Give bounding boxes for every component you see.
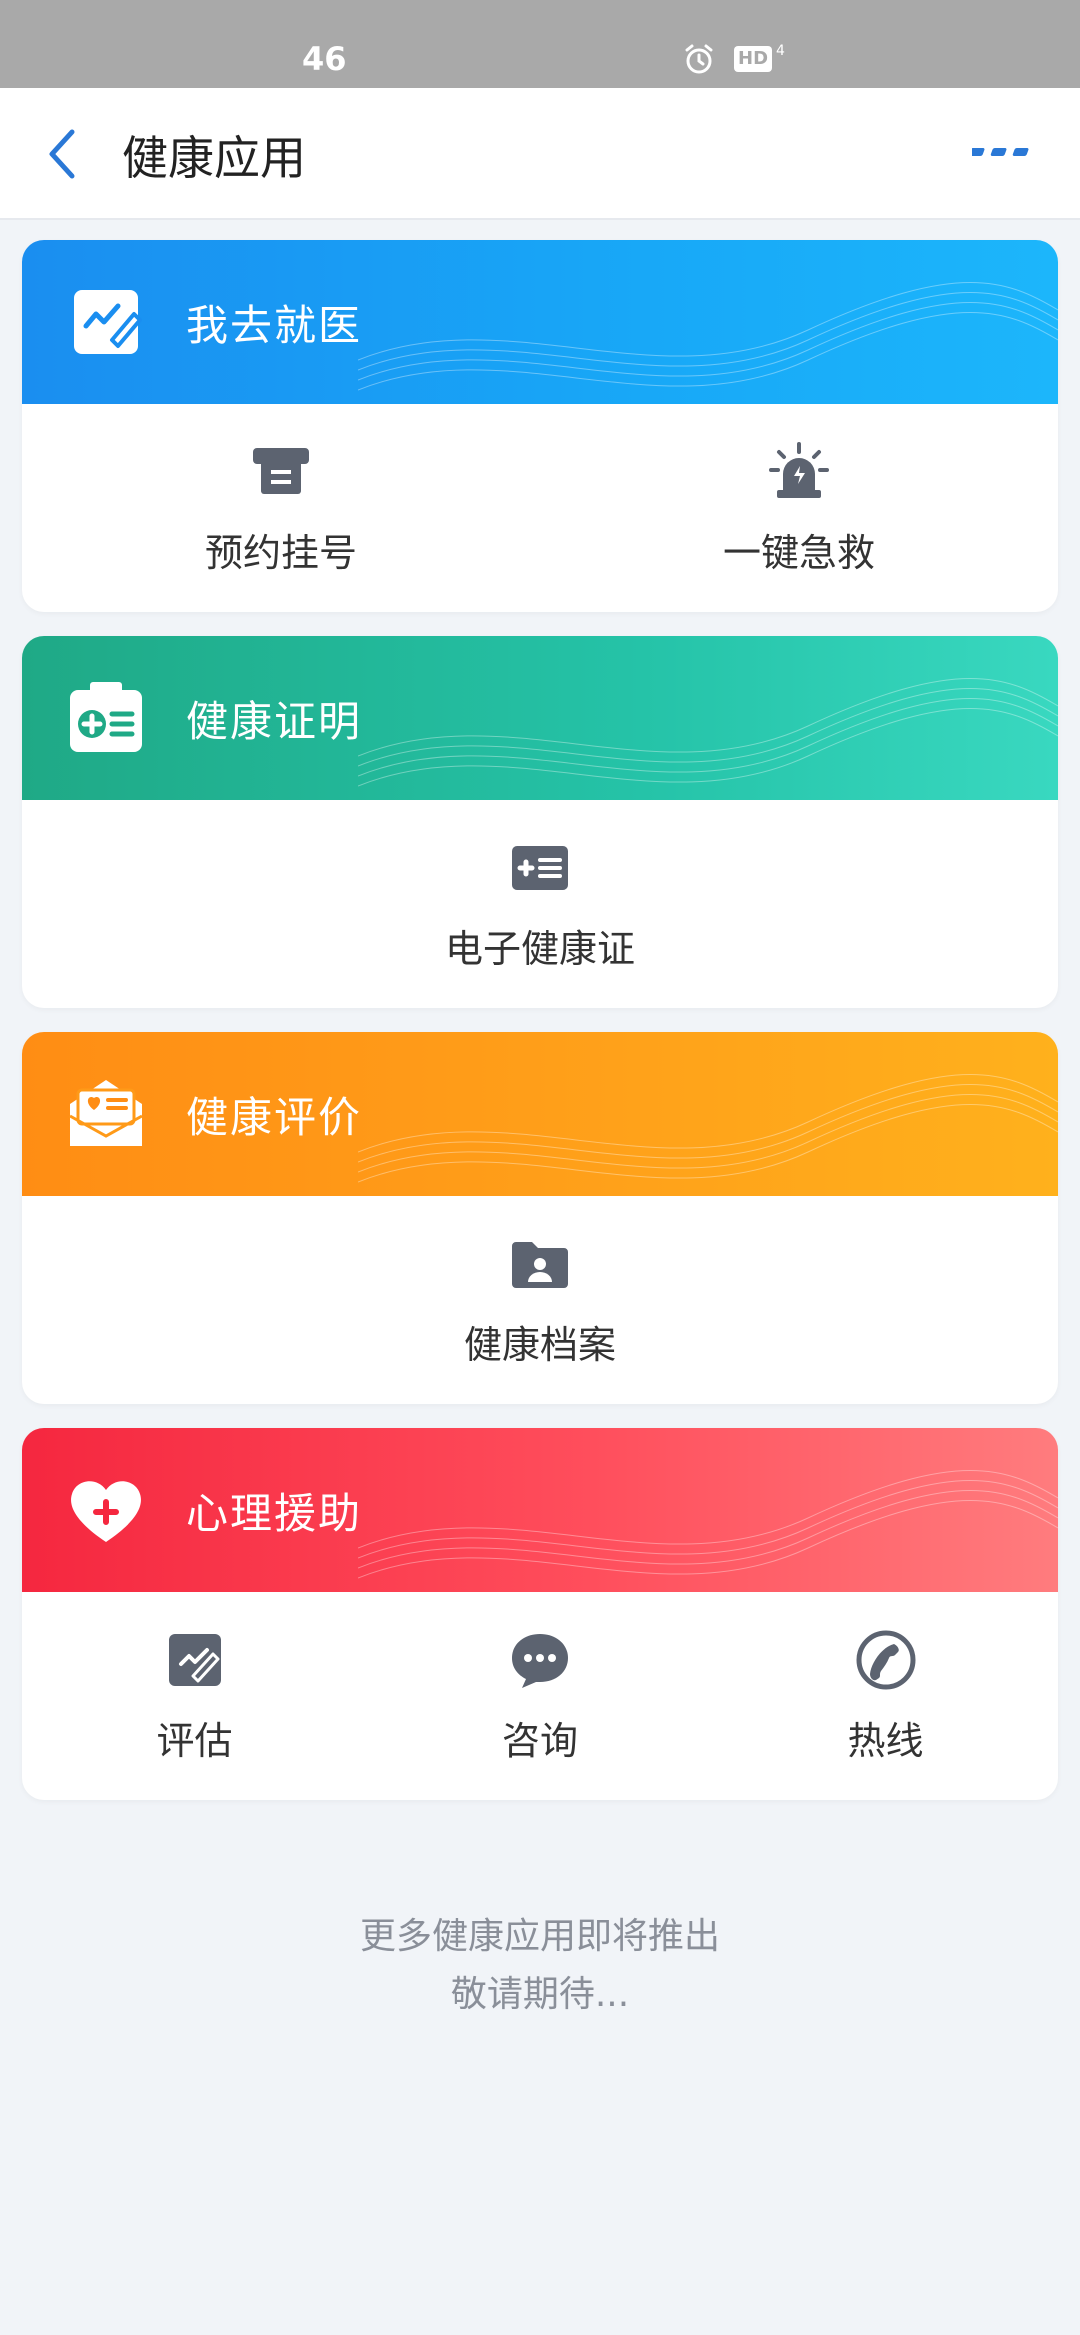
status-icons: HD 4 [682, 42, 785, 76]
network-indicator: 46 [302, 40, 347, 78]
folder-person-icon [512, 1241, 568, 1288]
chat-icon [512, 1633, 568, 1688]
appointment-button[interactable]: 预约挂号 [22, 404, 540, 612]
section-title: 健康证明 [186, 697, 363, 746]
emergency-button[interactable]: 一键急救 [540, 404, 1058, 612]
edit-icon [168, 1633, 221, 1686]
section-card-health-evaluation: 健康评价 健康档案 [22, 1032, 1058, 1404]
header-bar: 健康应用 [0, 88, 1080, 220]
item-label: 咨询 [501, 1718, 578, 1763]
coming-soon-note: 更多健康应用即将推出 敬请期待... [0, 1908, 1080, 2024]
coming-soon-line1: 更多健康应用即将推出 [359, 1916, 720, 1957]
medical-record-icon [74, 290, 142, 354]
more-icon[interactable] [972, 140, 1032, 164]
item-label: 预约挂号 [204, 530, 357, 575]
item-label: 评估 [156, 1718, 233, 1763]
item-label: 电子健康证 [444, 926, 635, 971]
wave-decoration [358, 1470, 1058, 1579]
hotline-button[interactable]: 热线 [713, 1592, 1058, 1800]
wave-decoration [358, 282, 1058, 391]
coming-soon-line2: 敬请期待... [450, 1974, 630, 2015]
e-health-card-button[interactable]: 电子健康证 [22, 800, 1058, 1008]
hd-badge: HD [734, 46, 773, 72]
wave-decoration [358, 678, 1058, 787]
alarm-clock-icon [685, 44, 713, 74]
section-card-psychological-aid: 心理援助 评估 咨询 热线 [22, 1428, 1058, 1800]
section-header: 我去就医 [22, 240, 1058, 404]
heart-envelope-icon [69, 1080, 143, 1146]
health-certificate-icon [70, 682, 142, 752]
section-card-visit-doctor: 我去就医 预约挂号 一键急救 [22, 240, 1058, 612]
status-bar: 46 HD 4 [0, 0, 1080, 88]
signal-small-label: 4 [776, 43, 785, 59]
section-card-health-certificate: 健康证明 电子健康证 [22, 636, 1058, 1008]
section-title: 健康评价 [186, 1093, 363, 1142]
wave-decoration [358, 1074, 1058, 1183]
back-arrow-icon[interactable] [38, 124, 88, 184]
section-title: 我去就医 [186, 301, 363, 350]
assessment-button[interactable]: 评估 [22, 1592, 367, 1800]
ticket-icon [253, 447, 309, 494]
section-header: 健康证明 [22, 636, 1058, 800]
item-label: 热线 [847, 1718, 924, 1763]
page-title: 健康应用 [122, 131, 306, 185]
item-label: 健康档案 [463, 1322, 616, 1367]
section-header: 健康评价 [22, 1032, 1058, 1196]
heart-plus-icon [71, 1481, 141, 1542]
section-header: 心理援助 [22, 1428, 1058, 1592]
health-card-icon [512, 845, 568, 890]
section-title: 心理援助 [186, 1489, 363, 1538]
health-records-button[interactable]: 健康档案 [22, 1196, 1058, 1404]
phone-icon [856, 1630, 915, 1689]
item-label: 一键急救 [722, 530, 875, 575]
alarm-icon [769, 441, 829, 498]
consultation-button[interactable]: 咨询 [367, 1592, 713, 1800]
